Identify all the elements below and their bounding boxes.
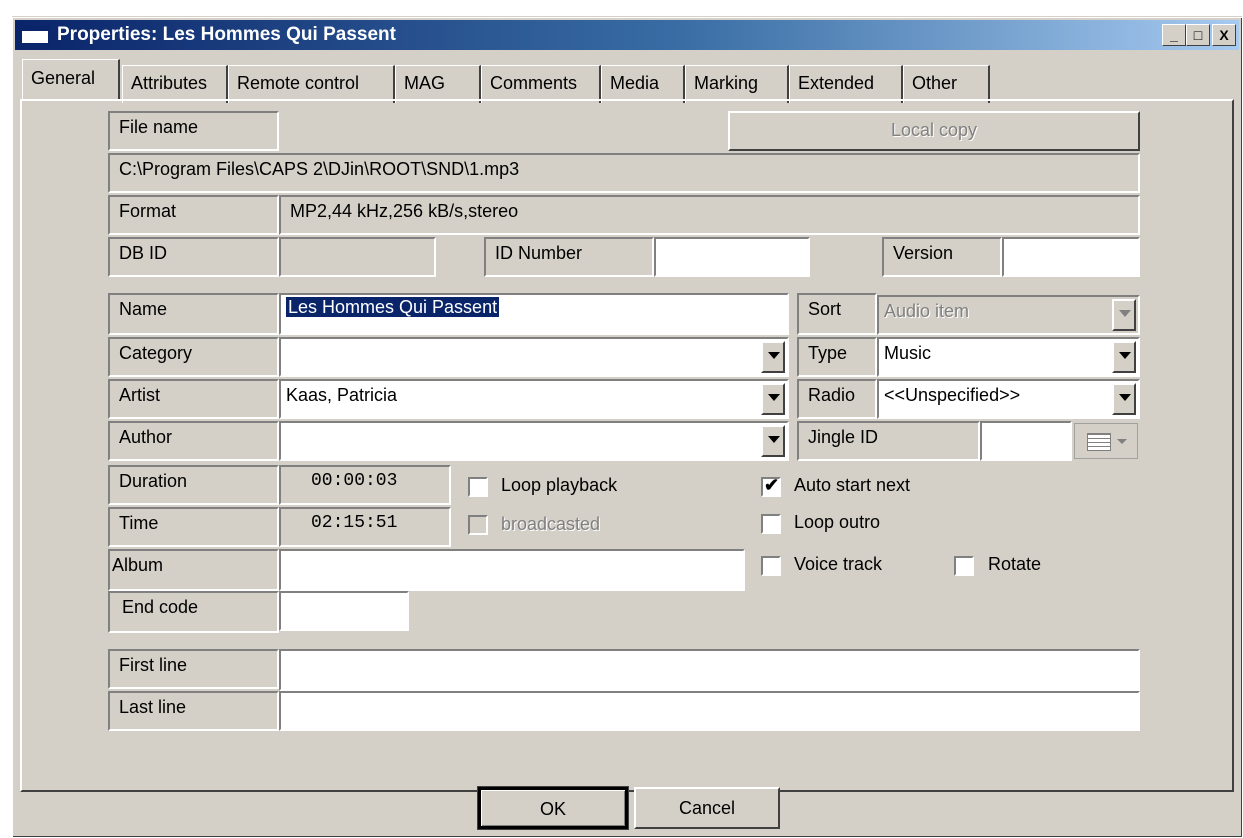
last-line-input[interactable] [279,691,1140,731]
type-select[interactable]: Music [877,337,1140,377]
minimize-button[interactable]: _ [1162,24,1186,46]
type-label: Type [797,337,877,377]
loop-outro-checkbox[interactable] [761,514,781,534]
format-value: MP2,44 kHz,256 kB/s,stereo [279,195,1140,235]
chevron-down-icon[interactable] [761,341,785,373]
local-copy-button: Local copy [728,111,1140,151]
window-title: Properties: Les Hommes Qui Passent [57,24,396,45]
local-copy-label: Local copy [890,120,978,140]
auto-start-next-label: Auto start next [794,475,911,495]
loop-playback-label: Loop playback [501,475,618,495]
chevron-down-icon[interactable] [761,425,785,457]
loop-playback-checkbox[interactable] [468,477,488,497]
cancel-button[interactable]: Cancel [634,787,780,829]
chevron-down-icon[interactable] [1112,341,1136,373]
jingle-id-label: Jingle ID [797,421,980,461]
tab-mag[interactable]: MAG [395,65,481,103]
time-label: Time [108,507,279,547]
broadcasted-label: broadcasted [501,514,601,534]
last-line-label: Last line [108,691,279,731]
sort-select: Audio item [877,295,1140,335]
close-button[interactable]: X [1212,24,1236,46]
file-name-label: File name [108,111,279,151]
tab-attributes[interactable]: Attributes [122,65,228,103]
chevron-down-icon [1117,439,1127,444]
file-path: C:\Program Files\CAPS 2\DJin\ROOT\SND\1.… [108,153,1140,193]
chevron-down-icon[interactable] [1112,383,1136,415]
rotate-checkbox[interactable] [954,556,974,576]
end-code-input[interactable] [279,591,409,631]
radio-value: <<Unspecified>> [884,385,1021,405]
tab-other[interactable]: Other [903,65,990,103]
dbid-value [279,237,436,277]
tab-general[interactable]: General [22,59,120,99]
name-input-text: Les Hommes Qui Passent [286,297,500,317]
loop-outro-label: Loop outro [794,512,881,532]
ok-button[interactable]: OK [477,786,629,830]
id-number-label: ID Number [484,237,654,277]
broadcasted-checkbox [468,515,488,535]
grid-icon [1087,433,1111,451]
tab-media[interactable]: Media [601,65,685,103]
duration-value: 00:00:03 [279,465,451,505]
version-label: Version [882,237,1002,277]
album-input[interactable] [279,549,745,591]
artist-select[interactable]: Kaas, Patricia [279,379,789,419]
jingle-id-input[interactable] [980,421,1072,461]
maximize-button[interactable]: □ [1186,24,1210,46]
tab-comments[interactable]: Comments [481,65,601,103]
grid-picker-button[interactable] [1074,423,1138,459]
window-icon [21,26,49,44]
id-number-input[interactable] [654,237,810,277]
chevron-down-icon [1112,299,1136,331]
first-line-label: First line [108,649,279,689]
rotate-label: Rotate [988,554,1042,574]
end-code-label: End code [108,591,279,633]
sort-label: Sort [797,293,877,335]
radio-select[interactable]: <<Unspecified>> [877,379,1140,419]
checkmark-icon: ✔ [764,475,780,495]
author-label: Author [108,421,279,461]
name-label: Name [108,293,279,335]
category-label: Category [108,337,279,377]
time-value: 02:15:51 [279,507,451,547]
sort-value: Audio item [884,301,970,321]
author-select[interactable] [279,421,789,461]
type-value: Music [884,343,932,363]
category-select[interactable] [279,337,789,377]
radio-label: Radio [797,379,877,419]
properties-dialog: Properties: Les Hommes Qui Passent _ □ X… [12,16,1242,837]
tab-marking[interactable]: Marking [685,65,789,103]
auto-start-next-checkbox[interactable]: ✔ [761,475,781,497]
dbid-label: DB ID [108,237,279,277]
artist-label: Artist [108,379,279,419]
tab-remote-control[interactable]: Remote control [228,65,395,103]
chevron-down-icon[interactable] [761,383,785,415]
tab-extended[interactable]: Extended [789,65,903,103]
title-bar: Properties: Les Hommes Qui Passent _ □ X [15,20,1239,50]
version-input[interactable] [1002,237,1140,277]
first-line-input[interactable] [279,649,1140,691]
voice-track-checkbox[interactable] [761,556,781,576]
format-label: Format [108,195,279,235]
voice-track-label: Voice track [794,554,883,574]
album-label: Album [108,549,279,591]
artist-value: Kaas, Patricia [286,385,398,405]
name-input[interactable]: Les Hommes Qui Passent [279,293,789,335]
duration-label: Duration [108,465,279,505]
